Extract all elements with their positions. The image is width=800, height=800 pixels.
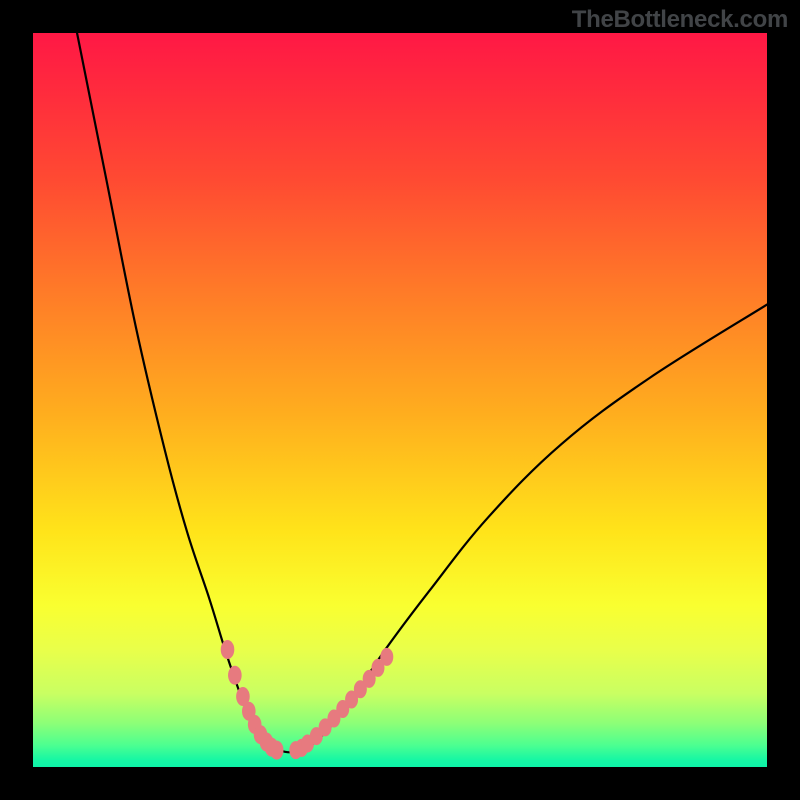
plot-area — [33, 33, 767, 767]
bead-marker — [270, 741, 284, 760]
bead-marker — [221, 640, 235, 659]
bottleneck-curve — [77, 33, 767, 752]
bead-marker — [228, 666, 242, 685]
beads-left-group — [221, 640, 284, 760]
curve-layer — [33, 33, 767, 767]
bead-marker — [380, 648, 393, 666]
watermark-text: TheBottleneck.com — [572, 6, 788, 34]
chart-stage: TheBottleneck.com — [0, 0, 800, 800]
beads-right-group — [289, 648, 393, 759]
